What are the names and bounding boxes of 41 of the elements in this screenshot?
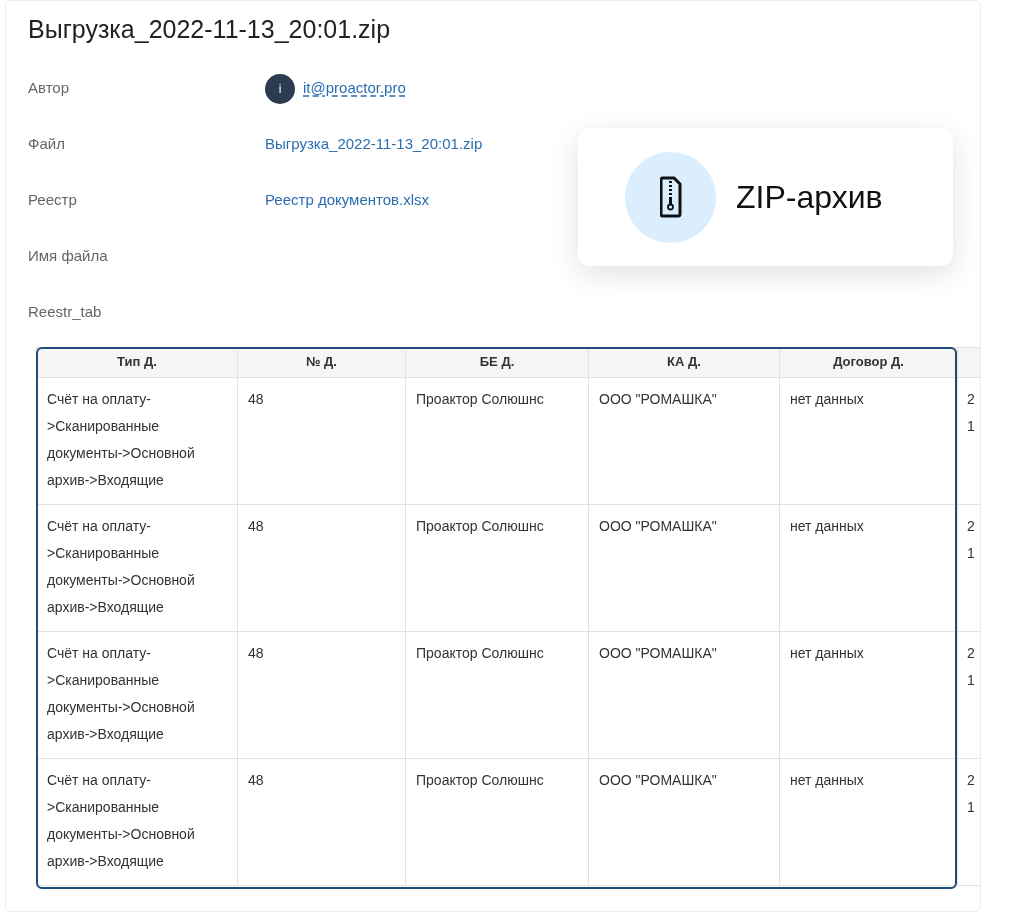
table-cell: Счёт на оплату->Сканированные документы->Основной архив->Входящие <box>47 771 195 869</box>
table-cell: Проактор Солюшнс <box>416 390 544 407</box>
table-cell-text: 2 1 <box>967 516 976 563</box>
table-cell: Счёт на оплату->Сканированные документы->Основной архив->Входящие <box>47 517 195 615</box>
page-title: Выгрузка_2022-11-13_20:01.zip <box>28 14 392 45</box>
table-cell: 48 <box>248 771 264 788</box>
table-cell: ООО "РОМАШКА" <box>599 644 717 661</box>
table-cell: нет данных <box>790 771 864 788</box>
table-cell: ООО "РОМАШКА" <box>599 771 717 788</box>
field-label: Файл <box>28 134 66 155</box>
column-header: БЕ Д. <box>405 347 589 377</box>
table-cell: 48 <box>248 390 264 407</box>
table-cell: Проактор Солюшнс <box>416 771 544 788</box>
table-cell-text: 2 1 <box>967 643 976 690</box>
author-link[interactable]: it@proactor.pro <box>303 77 406 100</box>
field-label: Имя файла <box>28 246 109 267</box>
table-cell: нет данных <box>790 390 864 407</box>
table-cell-text: 2 1 <box>967 770 976 817</box>
column-header: Тип Д. <box>36 347 238 377</box>
zip-file-icon <box>659 176 682 218</box>
field-label: Reestr_tab <box>28 302 103 323</box>
column-header: КА Д. <box>588 347 780 377</box>
table-cell: Счёт на оплату->Сканированные документы->Основной архив->Входящие <box>47 390 195 488</box>
table-cell: нет данных <box>790 644 864 661</box>
file-link[interactable]: Реестр документов.xlsx <box>265 189 430 212</box>
table-cell: ООО "РОМАШКА" <box>599 390 717 407</box>
table-cell-text: 2 1 <box>967 389 976 436</box>
column-header: Договор Д. <box>779 347 958 377</box>
table-cell: Проактор Солюшнс <box>416 517 544 534</box>
table-cell: Счёт на оплату->Сканированные документы->Основной архив->Входящие <box>47 644 195 742</box>
field-label: Реестр <box>28 190 78 211</box>
table-cell: 48 <box>248 644 264 661</box>
table-cell: нет данных <box>790 517 864 534</box>
table-cell: Проактор Солюшнс <box>416 644 544 661</box>
column-header: № Д. <box>237 347 406 377</box>
table-cell: 48 <box>248 517 264 534</box>
file-type-label: ZIP-архив <box>736 178 883 217</box>
table-cell: ООО "РОМАШКА" <box>599 517 717 534</box>
file-link[interactable]: Выгрузка_2022-11-13_20:01.zip <box>265 133 483 156</box>
field-label: Автор <box>28 78 71 99</box>
avatar: i <box>265 73 295 104</box>
